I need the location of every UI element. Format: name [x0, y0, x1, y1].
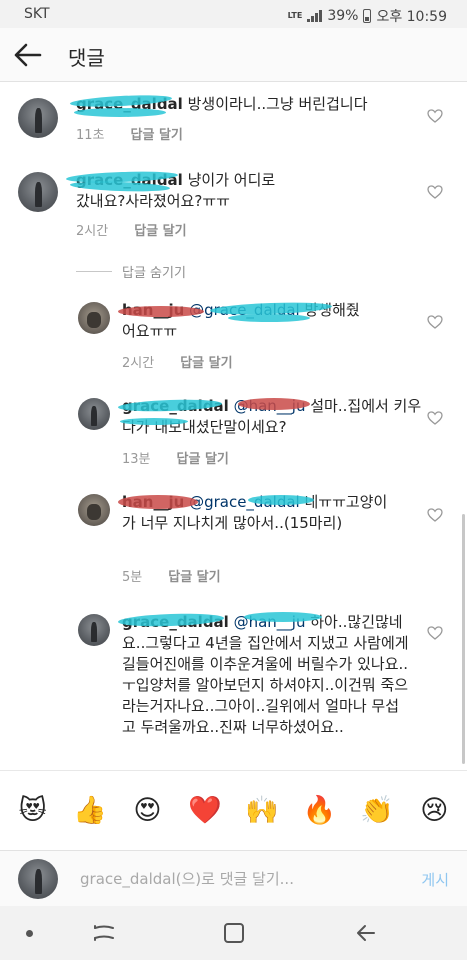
avatar[interactable] [78, 302, 110, 334]
page-title: 댓글 [68, 46, 105, 70]
like-heart-icon[interactable] [427, 185, 443, 199]
status-icons: LTE 39% 오후 10:59 [288, 6, 447, 26]
reply-meta: 13분 답글 달기 [122, 448, 229, 467]
comment-text: 방생이라니..그냥 버린겁니다 [182, 95, 368, 113]
reply-time: 13분 [122, 452, 151, 467]
comment-meta: 11초 답글 달기 [76, 124, 183, 143]
back-arrow-icon[interactable] [12, 40, 44, 70]
emoji-thumbs-up[interactable]: 👍 [68, 795, 112, 826]
reply-meta: 5분 답글 달기 [122, 566, 221, 585]
home-icon[interactable] [220, 920, 248, 946]
reply-button[interactable]: 답글 달기 [131, 124, 183, 143]
battery-icon [363, 9, 372, 23]
reply-button[interactable]: 답글 달기 [177, 448, 229, 467]
comment-input-bar: 게시 [0, 850, 467, 906]
redaction-mark [238, 398, 310, 410]
reply-item: grace_daldal @han__ju 하아..많긴많네요..그렇다고 4년… [0, 606, 467, 770]
comment-time: 2시간 [76, 224, 109, 239]
reply-item: han__ju @grace_daldal 방생해줬어요ㅠㅠ 2시간 답글 달기 [0, 292, 467, 372]
avatar[interactable] [18, 172, 58, 212]
reply-item: han__ju @grace_daldal 네ㅠㅠ고양이가 너무 지나치게 많아… [0, 486, 467, 586]
avatar[interactable] [78, 494, 110, 526]
android-nav-bar [0, 906, 467, 960]
redaction-mark [244, 612, 322, 622]
status-bar: SKT LTE 39% 오후 10:59 [0, 0, 467, 28]
reply-button[interactable]: 답글 달기 [168, 566, 220, 585]
clock: 오후 10:59 [376, 9, 447, 25]
emoji-fire[interactable]: 🔥 [298, 795, 342, 826]
emoji-heart-eyes-cat[interactable]: 😻 [11, 795, 55, 826]
comment-meta: 2시간 답글 달기 [76, 220, 187, 239]
scrollbar[interactable] [462, 514, 465, 764]
signal-icon [307, 10, 323, 22]
hide-replies-toggle[interactable]: 답글 숨기기 [76, 262, 186, 281]
divider [76, 271, 112, 272]
like-heart-icon[interactable] [427, 109, 443, 123]
redaction-mark [118, 306, 204, 317]
emoji-heart-eyes[interactable]: 😍 [125, 795, 169, 826]
carrier-label: SKT [24, 6, 50, 22]
like-heart-icon[interactable] [427, 315, 443, 329]
emoji-clapping[interactable]: 👏 [355, 795, 399, 826]
comment-item: grace_daldal 냥이가 어디로 갔내요?사라졌어요?ㅠㅠ 2시간 답글… [0, 168, 467, 248]
post-button[interactable]: 게시 [421, 869, 449, 890]
hide-replies-label: 답글 숨기기 [122, 266, 186, 281]
avatar[interactable] [78, 614, 110, 646]
reply-text: 하아..많긴많네요..그렇다고 4년을 집안에서 지냈고 사람에게 길들어진애를… [122, 613, 409, 736]
reply-body: grace_daldal @han__ju 하아..많긴많네요..그렇다고 4년… [122, 612, 412, 738]
redaction-mark [74, 108, 166, 117]
my-avatar [18, 859, 58, 899]
comment-input[interactable] [80, 867, 380, 891]
like-heart-icon[interactable] [427, 626, 443, 640]
comment-list[interactable]: grace_daldal 방생이라니..그냥 버린겁니다 11초 답글 달기 g… [0, 82, 467, 770]
redaction-mark [118, 495, 198, 509]
like-heart-icon[interactable] [427, 411, 443, 425]
app-header: 댓글 [0, 28, 467, 82]
dot-icon[interactable] [26, 930, 33, 937]
reply-item: grace_daldal @han__ju 설마..집에서 키우다가 내보내셨단… [0, 388, 467, 468]
back-icon[interactable] [352, 920, 380, 946]
battery-percent: 39% [327, 8, 359, 24]
redaction-mark [248, 495, 314, 505]
redaction-mark [228, 314, 310, 322]
comment-time: 11초 [76, 128, 105, 143]
reply-button[interactable]: 답글 달기 [180, 352, 232, 371]
redaction-mark [120, 418, 188, 425]
recent-apps-icon[interactable] [90, 920, 118, 946]
reply-meta: 2시간 답글 달기 [122, 352, 233, 371]
comment-item: grace_daldal 방생이라니..그냥 버린겁니다 11초 답글 달기 [0, 82, 467, 152]
avatar[interactable] [18, 98, 58, 138]
emoji-crying[interactable]: 😢 [412, 795, 456, 826]
reply-time: 5분 [122, 570, 143, 585]
network-type: LTE [287, 11, 303, 20]
emoji-red-heart[interactable]: ❤️ [183, 795, 227, 826]
avatar[interactable] [78, 398, 110, 430]
emoji-raised-hands[interactable]: 🙌 [240, 795, 284, 826]
reply-time: 2시간 [122, 356, 155, 371]
reply-button[interactable]: 답글 달기 [134, 220, 186, 239]
quick-emoji-bar: 😻 👍 😍 ❤️ 🙌 🔥 👏 😢 [0, 770, 467, 850]
like-heart-icon[interactable] [427, 508, 443, 522]
